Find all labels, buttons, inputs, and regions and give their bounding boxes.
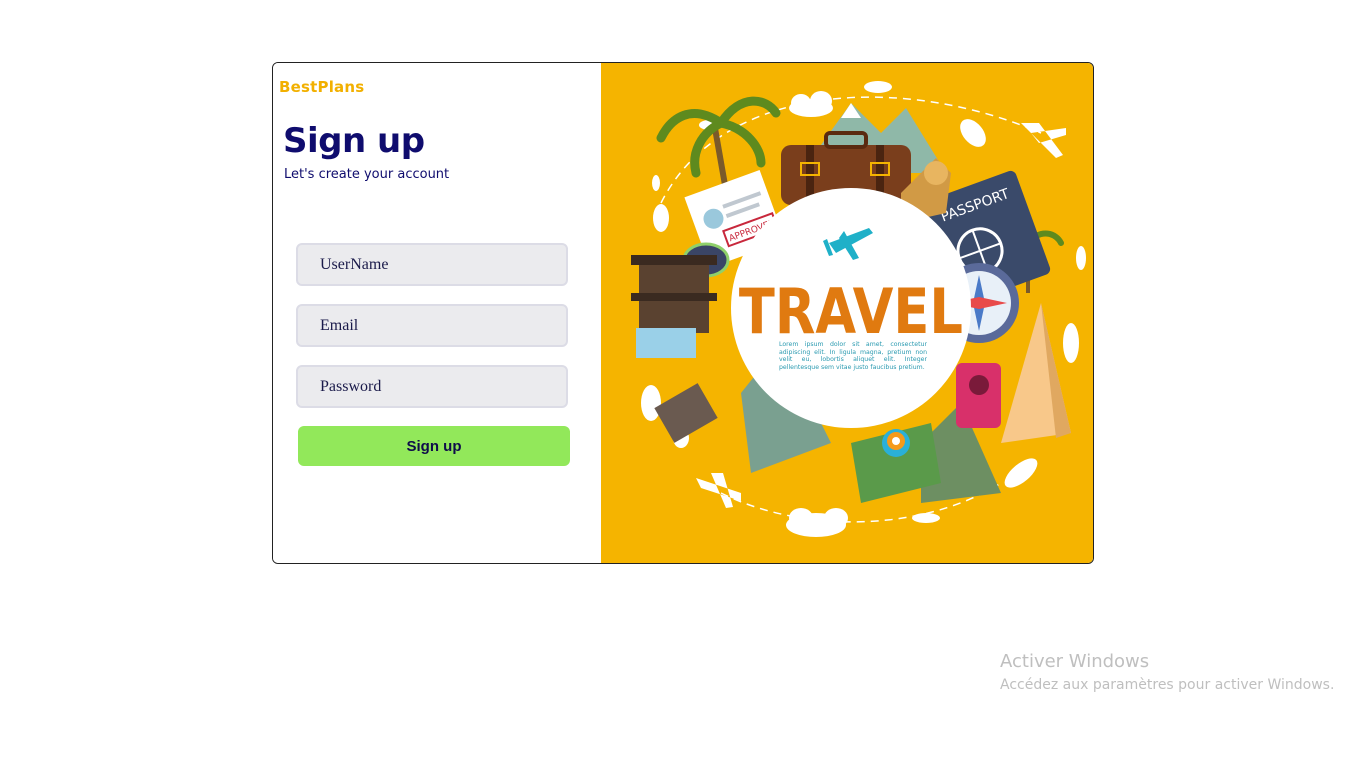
page-subtitle: Let's create your account — [284, 167, 450, 182]
travel-heading: TRAVEL — [739, 276, 963, 348]
travel-illustration: PASSPORT APPROVED TRAVEL Lorem ipsum dol… — [631, 81, 1086, 537]
activate-windows-title: Activer Windows — [1000, 651, 1150, 672]
travel-body-text: Lorem ipsum dolor sit amet, consectetur … — [779, 341, 927, 371]
camera-icon — [956, 363, 1001, 428]
email-input[interactable] — [296, 304, 568, 347]
travel-illustration-panel: PASSPORT APPROVED TRAVEL Lorem ipsum dol… — [601, 63, 1093, 563]
signup-panel: BestPlans Sign up Let's create your acco… — [273, 63, 601, 563]
signup-card: BestPlans Sign up Let's create your acco… — [272, 62, 1094, 564]
password-input[interactable] — [296, 365, 568, 408]
signup-button[interactable]: Sign up — [298, 426, 570, 466]
brand-logo[interactable]: BestPlans — [279, 78, 364, 96]
page-title: Sign up — [283, 121, 425, 161]
travel-body-container: Lorem ipsum dolor sit amet, consectetur … — [779, 341, 927, 371]
username-input[interactable] — [296, 243, 568, 286]
activate-windows-subtitle: Accédez aux paramètres pour activer Wind… — [1000, 677, 1335, 693]
